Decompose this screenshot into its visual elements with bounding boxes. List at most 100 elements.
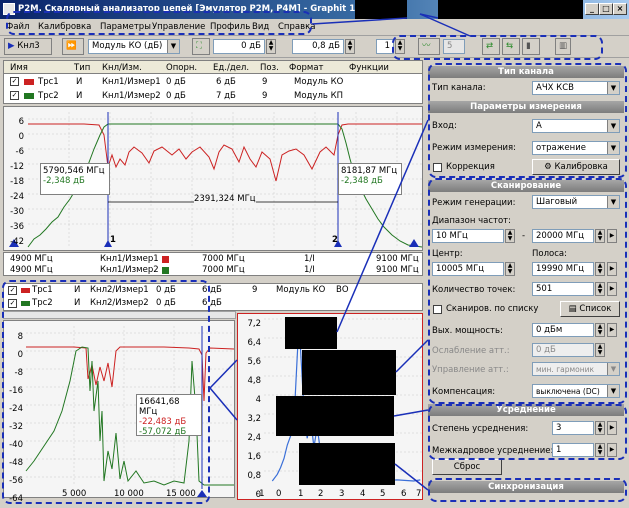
- chart-main[interactable]: 6 0 -6 -12 -18 -24 -30 -36 -42 5790,546 …: [3, 106, 423, 251]
- trace-meas: Кнл1/Измер1: [102, 77, 161, 87]
- trace-func: ВО: [336, 285, 349, 295]
- marker-freq: 5790,546 МГц: [43, 166, 105, 176]
- chart1-yaxis: 6 0 -6 -12 -18 -24 -30 -36 -42: [6, 115, 24, 250]
- footer-swatch: [162, 267, 169, 274]
- col-format: Формат: [289, 63, 324, 73]
- footer-stop: 9100 МГц: [376, 254, 419, 264]
- x-tick: 3: [339, 489, 345, 499]
- close-button[interactable]: ×: [613, 3, 627, 15]
- marker-number-2: 2: [332, 235, 338, 245]
- reference-level-field[interactable]: 0 дБ: [213, 39, 265, 54]
- trace-scale: 7 дБ: [216, 91, 236, 101]
- y-tick: -12: [10, 162, 24, 172]
- annotation-averaging: [428, 404, 627, 460]
- footer-start: 4900 МГц: [10, 254, 53, 264]
- trace-scale: 6 дБ: [216, 77, 236, 87]
- col-name: Имя: [10, 63, 28, 73]
- marker-number-1: 1: [110, 235, 116, 245]
- position-value: 1: [384, 41, 390, 51]
- marker-value: -2,348 дБ: [341, 176, 383, 186]
- maximize-button[interactable]: □: [599, 3, 613, 15]
- trace-pos: 9: [252, 285, 258, 295]
- y-tick: 3,2: [247, 414, 261, 424]
- trace-type: И: [76, 77, 83, 87]
- col-ref: Опорн.: [166, 63, 198, 73]
- chart3-xaxis: -1 0 1 2 3 4 5 6 7: [256, 489, 422, 499]
- trace-ref: 0 дБ: [166, 91, 186, 101]
- trace-ref: 0 дБ: [166, 77, 186, 87]
- minimize-button[interactable]: _: [585, 3, 599, 15]
- y-tick: -24: [10, 192, 24, 202]
- trace-format: Модуль КО: [276, 285, 326, 295]
- table-row[interactable]: ✓ Трс2 И Кнл1/Измер2 0 дБ 7 дБ 9 Модуль …: [4, 89, 422, 103]
- y-tick: 0: [18, 132, 24, 142]
- autoscale-icon: ⛶: [196, 41, 202, 51]
- footer-scale: 1/I: [304, 265, 315, 275]
- annotation-scan: [428, 178, 627, 404]
- y-tick: 7,2: [247, 319, 261, 329]
- fast-forward-icon: ⏩: [66, 41, 77, 51]
- x-tick: 6: [401, 489, 407, 499]
- fast-forward-button[interactable]: ⏩: [62, 38, 84, 55]
- annotation-sync: [428, 478, 627, 502]
- annotation-lower-left: [2, 280, 210, 504]
- x-tick: 7: [416, 489, 422, 499]
- col-scale: Ед./дел.: [213, 63, 250, 73]
- traces-table-header: Имя Тип Кнл/Изм. Опорн. Ед./дел. Поз. Фо…: [4, 61, 422, 74]
- footer-row: 4900 МГц Кнл1/Измер1 7000 МГц 1/I 9100 М…: [4, 254, 422, 265]
- y-tick: 2,4: [247, 433, 261, 443]
- measurement-mode-select[interactable]: Модуль КО (дБ) ▼: [88, 39, 180, 54]
- col-type: Тип: [74, 63, 91, 73]
- span-label: 2391,324 МГц: [194, 194, 256, 204]
- y-tick: 4: [255, 395, 261, 405]
- y-tick: -30: [10, 207, 24, 217]
- x-tick: 5: [380, 489, 386, 499]
- redaction-box: [299, 443, 395, 485]
- y-tick: 6,4: [247, 338, 261, 348]
- autoscale-button[interactable]: ⛶: [192, 38, 210, 55]
- channel-button[interactable]: ▶ Кнл3: [4, 38, 52, 55]
- reset-button[interactable]: Сброс: [432, 459, 502, 475]
- y-tick: 5,6: [247, 357, 261, 367]
- annotation-toolbar-right: [392, 35, 603, 60]
- footer-row: 4900 МГц Кнл1/Измер2 7000 МГц 1/I 9100 М…: [4, 265, 422, 276]
- trace-pos: 9: [262, 91, 268, 101]
- footer-stop: 9100 МГц: [376, 265, 419, 275]
- channel-label: Кнл3: [17, 41, 40, 51]
- x-tick: 2: [318, 489, 324, 499]
- x-tick: 0: [276, 489, 282, 499]
- x-tick: 4: [360, 489, 366, 499]
- reference-level-spinner[interactable]: ▲ ▼: [266, 39, 276, 54]
- scale-value: 0,8 дБ: [312, 41, 340, 51]
- trace-type: И: [76, 91, 83, 101]
- y-tick: -36: [10, 222, 24, 232]
- scale-field[interactable]: 0,8 дБ: [292, 39, 344, 54]
- trace-pos: 9: [262, 77, 268, 87]
- stop-triangle[interactable]: [409, 239, 419, 247]
- trace-name: Трс2: [38, 91, 59, 101]
- measurement-mode-value: Модуль КО (дБ): [92, 41, 163, 51]
- footer-meas: Кнл1/Измер1: [100, 254, 159, 264]
- footer-center: 7000 МГц: [202, 254, 245, 264]
- col-functions: Функции: [349, 63, 389, 73]
- y-tick: 6: [18, 117, 24, 127]
- trace-name: Трс1: [38, 77, 59, 87]
- redaction-box: [285, 317, 337, 349]
- col-meas: Кнл/Изм.: [102, 63, 142, 73]
- chart1-footer: 4900 МГц Кнл1/Измер1 7000 МГц 1/I 9100 М…: [3, 252, 423, 276]
- trace-checkbox[interactable]: ✓: [10, 91, 19, 100]
- y-tick: -18: [10, 177, 24, 187]
- y-tick: 0,8: [247, 471, 261, 481]
- reference-level-value: 0 дБ: [241, 41, 261, 51]
- traces-table: Имя Тип Кнл/Изм. Опорн. Ед./дел. Поз. Фо…: [3, 60, 423, 104]
- chevron-down-icon: ▼: [167, 40, 179, 53]
- trace-color-swatch: [24, 79, 34, 85]
- play-icon: ▶: [8, 41, 15, 51]
- marker-readout-1: 5790,546 МГц -2,348 дБ: [40, 163, 110, 195]
- table-row[interactable]: ✓ Трс1 И Кнл1/Измер1 0 дБ 6 дБ 9 Модуль …: [4, 75, 422, 89]
- annotation-menu: [6, 11, 312, 35]
- reset-label: Сброс: [453, 462, 481, 472]
- y-tick: -42: [10, 237, 24, 247]
- scale-spinner[interactable]: ▲ ▼: [345, 39, 355, 54]
- trace-checkbox[interactable]: ✓: [10, 77, 19, 86]
